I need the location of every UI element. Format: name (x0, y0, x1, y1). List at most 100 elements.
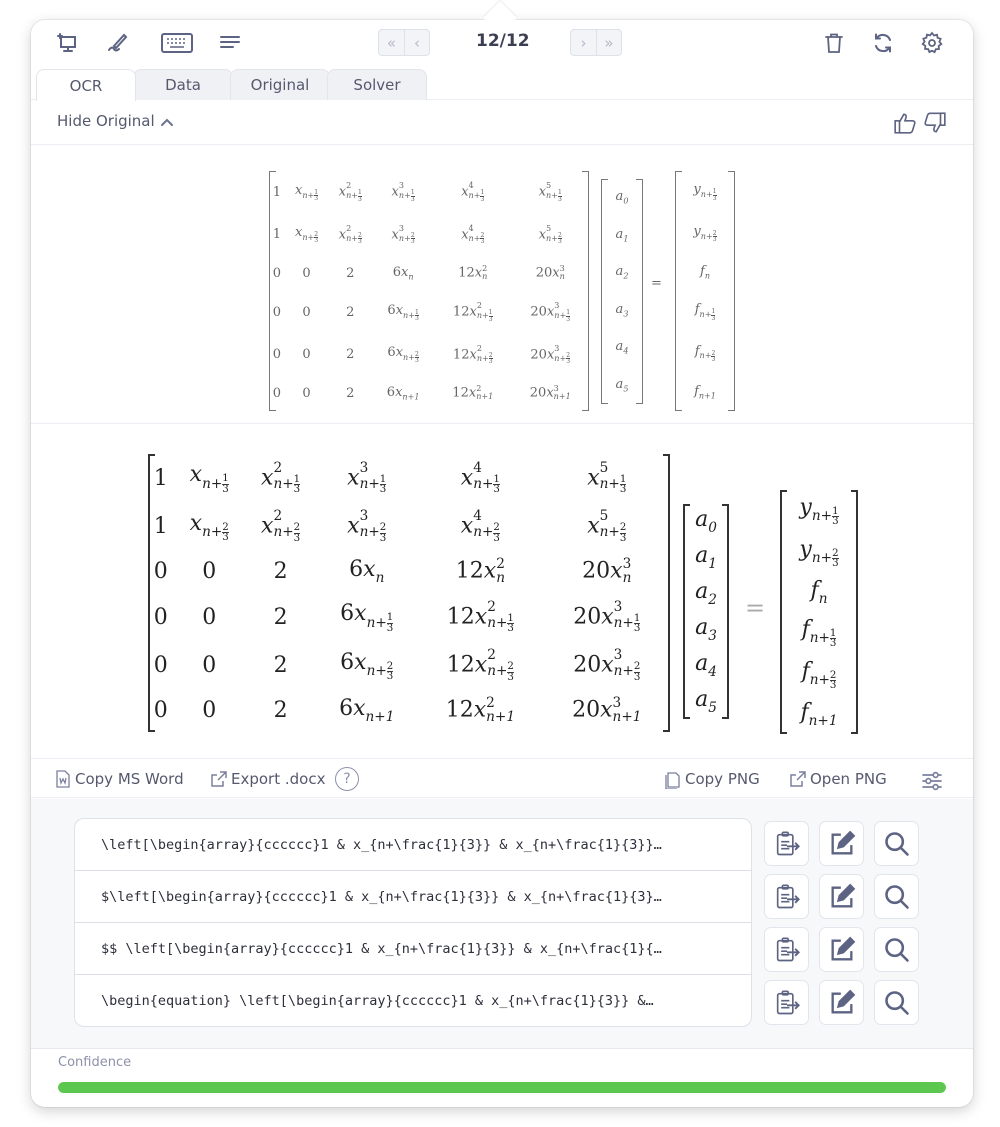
search-button[interactable] (874, 980, 919, 1025)
text-lines-icon[interactable] (217, 30, 243, 56)
matrix-cell: 20x 3 n+ 2 3 (573, 646, 641, 683)
word-doc-icon (56, 770, 70, 788)
matrix-cell: 2 (273, 652, 288, 678)
thumbs-up-icon[interactable] (893, 110, 919, 136)
original-rhs-vector: yn+ 1 3 yn+ 2 3 fn fn+ 1 3 fn+ 2 3 fn+1 (675, 171, 735, 411)
tab-ocr[interactable]: OCR (36, 69, 136, 101)
edit-icon (831, 830, 855, 854)
copy-ms-word-button[interactable]: Copy MS Word (53, 769, 184, 789)
matrix-cell: 6xn+1 (339, 696, 395, 726)
vector-cell: fn (700, 264, 710, 281)
last-page-button[interactable]: » (596, 30, 621, 55)
vector-cell: fn (810, 578, 828, 608)
refresh-icon[interactable] (870, 30, 896, 56)
matrix-cell: 6xn+ 1 3 (387, 302, 419, 322)
display-settings-button[interactable] (920, 769, 944, 793)
matrix-row: 1 xn+ 1 3 x 2 n+ 1 3 x 3 n+ 1 3 x 4 n+ 1 3 x 5 n+ 1 3 (269, 171, 589, 213)
edit-button[interactable] (819, 980, 864, 1025)
vector-cell: yn+ 2 3 (799, 536, 839, 569)
matrix-row: fn (780, 573, 858, 612)
matrix-row: 0 0 2 6xn+1 12x 2 n+1 20x 3 n+1 (148, 689, 670, 732)
handwriting-icon[interactable] (105, 30, 131, 56)
matrix-cell: x 5 n+ 1 3 (538, 181, 562, 203)
edit-icon (831, 936, 855, 960)
next-page-button[interactable]: › (571, 30, 596, 55)
matrix-row: 0 0 2 6xn+ 1 3 12x 2 n+ 1 3 20x 3 n+ 1 3 (148, 593, 670, 641)
edit-button[interactable] (819, 821, 864, 866)
matrix-row: 0 0 2 6xn 12x 2 n 20x 3 n (148, 550, 670, 593)
latex-row-actions (764, 927, 919, 972)
matrix-row: fn (675, 254, 735, 291)
edit-icon (831, 989, 855, 1013)
matrix-cell: 12x 2 n+ 2 3 (452, 343, 493, 366)
matrix-cell: x 4 n+ 1 3 (461, 181, 485, 203)
matrix-cell: x 3 n+ 1 3 (347, 459, 387, 496)
copy-icon (665, 772, 680, 789)
open-png-label: Open PNG (810, 770, 887, 788)
matrix-row: yn+ 1 3 (780, 490, 858, 532)
snip-screen-icon[interactable] (55, 30, 81, 56)
matrix-cell: x 3 n+ 1 3 (391, 181, 415, 203)
matrix-cell: 0 (302, 265, 311, 281)
matrix-cell: x 3 n+ 2 3 (347, 507, 387, 544)
paste-clipboard-button[interactable] (764, 927, 809, 972)
search-button[interactable] (874, 874, 919, 919)
matrix-cell: x 2 n+ 2 3 (261, 507, 301, 544)
latex-result-item[interactable]: $\left[\begin{array}{cccccc}1 & x_{n+\fr… (75, 871, 751, 923)
matrix-cell: 20x 3 n (582, 556, 632, 586)
matrix-cell: 6xn+ 2 3 (387, 345, 419, 365)
latex-result-item[interactable]: \left[\begin{array}{cccccc}1 & x_{n+\fra… (75, 819, 751, 871)
vector-cell: yn+ 2 3 (693, 223, 717, 243)
matrix-cell: xn+ 2 3 (189, 510, 229, 543)
first-page-button[interactable]: « (379, 30, 404, 55)
export-docx-label: Export .docx (231, 770, 326, 788)
search-button[interactable] (874, 927, 919, 972)
sliders-icon (922, 771, 942, 791)
gear-icon[interactable] (919, 30, 945, 56)
external-link-icon (790, 771, 806, 787)
prev-page-button[interactable]: ‹ (404, 30, 429, 55)
open-png-button[interactable]: Open PNG (788, 769, 887, 789)
paste-clipboard-button[interactable] (764, 980, 809, 1025)
matrix-cell: 20x 3 n (535, 264, 565, 282)
equals-sign: = (745, 594, 766, 622)
search-icon (884, 884, 909, 909)
matrix-cell: 0 (202, 698, 217, 724)
help-button[interactable]: ? (335, 767, 359, 791)
tab-solver[interactable]: Solver (327, 69, 427, 100)
matrix-cell: 0 (202, 604, 217, 630)
feedback-group (893, 110, 947, 136)
edit-button[interactable] (819, 927, 864, 972)
keyboard-icon[interactable] (159, 30, 195, 56)
tab-original[interactable]: Original (230, 69, 330, 100)
matrix-row: 0 0 2 6xn+1 12x 2 n+1 20x 3 n+1 (269, 376, 589, 411)
latex-row-actions (764, 980, 919, 1025)
matrix-cell: 20x 3 n+ 2 3 (530, 343, 571, 366)
latex-result-item[interactable]: \begin{equation} \left[\begin{array}{ccc… (75, 975, 751, 1026)
vector-cell: yn+ 1 3 (799, 495, 839, 528)
matrix-cell: 12x 2 n+1 (452, 384, 494, 402)
matrix-row: fn+ 1 3 (780, 612, 858, 654)
thumbs-down-icon[interactable] (921, 110, 947, 136)
search-icon (884, 937, 909, 962)
page-counter: 12/12 (476, 31, 530, 51)
matrix-cell: xn+ 1 3 (294, 182, 319, 203)
edit-button[interactable] (819, 874, 864, 919)
matrix-cell: x 2 n+ 1 3 (338, 181, 362, 203)
export-docx-button[interactable]: Export .docx (209, 769, 325, 789)
matrix-cell: 2 (346, 347, 355, 362)
copy-png-button[interactable]: Copy PNG (663, 769, 760, 789)
vector-cell: fn+1 (800, 700, 838, 730)
matrix-cell: x 5 n+ 1 3 (587, 459, 627, 496)
search-button[interactable] (874, 821, 919, 866)
hide-original-button[interactable]: Hide Original (57, 112, 175, 130)
copy-ms-word-label: Copy MS Word (75, 770, 184, 788)
confidence-bar (58, 1082, 946, 1093)
paste-clipboard-button[interactable] (764, 874, 809, 919)
trash-icon[interactable] (821, 30, 847, 56)
paste-clipboard-button[interactable] (764, 821, 809, 866)
tab-data[interactable]: Data (133, 69, 233, 100)
latex-results-list: \left[\begin{array}{cccccc}1 & x_{n+\fra… (74, 818, 752, 1027)
latex-result-item[interactable]: $$ \left[\begin{array}{cccccc}1 & x_{n+\… (75, 923, 751, 975)
rhs-vector: yn+ 1 3 yn+ 2 3 fn fn+ 1 3 fn+ 2 3 fn+1 (780, 490, 858, 734)
